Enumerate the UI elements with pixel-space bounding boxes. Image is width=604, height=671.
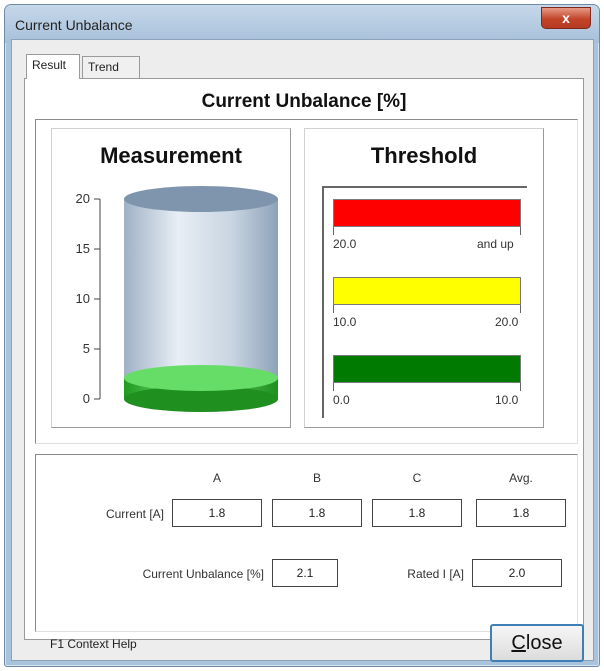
column-header-a: A [212, 471, 221, 485]
close-button-mnemonic: C [511, 631, 526, 654]
threshold-yellow-high: 20.0 [495, 315, 519, 329]
column-header-b: B [312, 471, 321, 485]
threshold-band-green [333, 355, 521, 383]
unbalance-field: 2.1 [272, 559, 338, 587]
threshold-green-high: 10.0 [495, 393, 519, 407]
threshold-red-low: 20.0 [333, 237, 357, 251]
current-c-field: 1.8 [372, 499, 462, 527]
gauges-group: Measurement 20 15 10 5 0 Threshold 20.0 … [35, 119, 578, 444]
threshold-heading: Threshold [370, 143, 478, 168]
threshold-yellow-low: 10.0 [333, 315, 357, 329]
band-tick [333, 305, 334, 313]
title-bar[interactable]: Current Unbalance x [5, 5, 599, 43]
panel-title: Current Unbalance [%] [201, 91, 407, 112]
column-header-avg: Avg. [509, 471, 533, 485]
tab-trend[interactable]: Trend [82, 56, 140, 78]
current-b-field: 1.8 [272, 499, 362, 527]
window-close-button[interactable]: x [541, 7, 591, 29]
band-tick [520, 383, 521, 391]
dialog-window: Current Unbalance x Result Trend Current… [4, 4, 600, 667]
rated-current-field: 2.0 [472, 559, 562, 587]
current-a-field: 1.8 [172, 499, 262, 527]
axis-tick-label: 20 [76, 191, 90, 206]
window-title: Current Unbalance [15, 17, 133, 33]
result-tab-panel: Current Unbalance [%] Measurement 20 15 … [24, 78, 584, 640]
unbalance-row-label: Current Unbalance [%] [142, 567, 264, 581]
axis-tick-label: 0 [83, 391, 90, 406]
threshold-band-yellow [333, 277, 521, 305]
dialog-client-area: Result Trend Current Unbalance [%] Measu… [11, 39, 594, 662]
measurement-panel: Measurement 20 15 10 5 0 [51, 128, 291, 428]
threshold-green-low: 0.0 [333, 393, 350, 407]
threshold-band-red [333, 199, 521, 227]
band-tick [333, 383, 334, 391]
current-row-label: Current [A] [105, 507, 164, 521]
axis-tick-label: 10 [76, 291, 90, 306]
axis-tick-label: 5 [83, 341, 90, 356]
current-avg-field: 1.8 [476, 499, 566, 527]
threshold-panel: Threshold 20.0 and up 10.0 20.0 0.0 10.0 [304, 128, 544, 428]
values-group: A B C Avg. Current [A] 1.8 1.8 1.8 1.8 C… [35, 454, 578, 632]
measurement-fill-top [124, 365, 278, 391]
tab-result[interactable]: Result [26, 54, 80, 79]
context-help-hint: F1 Context Help [50, 637, 137, 651]
band-tick [333, 227, 334, 235]
axis-tick-label: 15 [76, 241, 90, 256]
close-button[interactable]: Close [490, 624, 584, 662]
threshold-red-high: and up [477, 237, 514, 251]
cylinder-top [124, 186, 278, 212]
band-tick [520, 305, 521, 313]
column-header-c: C [412, 471, 422, 485]
close-button-label: lose [525, 631, 563, 654]
close-icon: x [562, 10, 570, 26]
rated-current-label: Rated I [A] [407, 567, 464, 581]
measurement-cylinder-gauge: 20 15 10 5 0 [76, 186, 278, 412]
band-tick [520, 227, 521, 235]
